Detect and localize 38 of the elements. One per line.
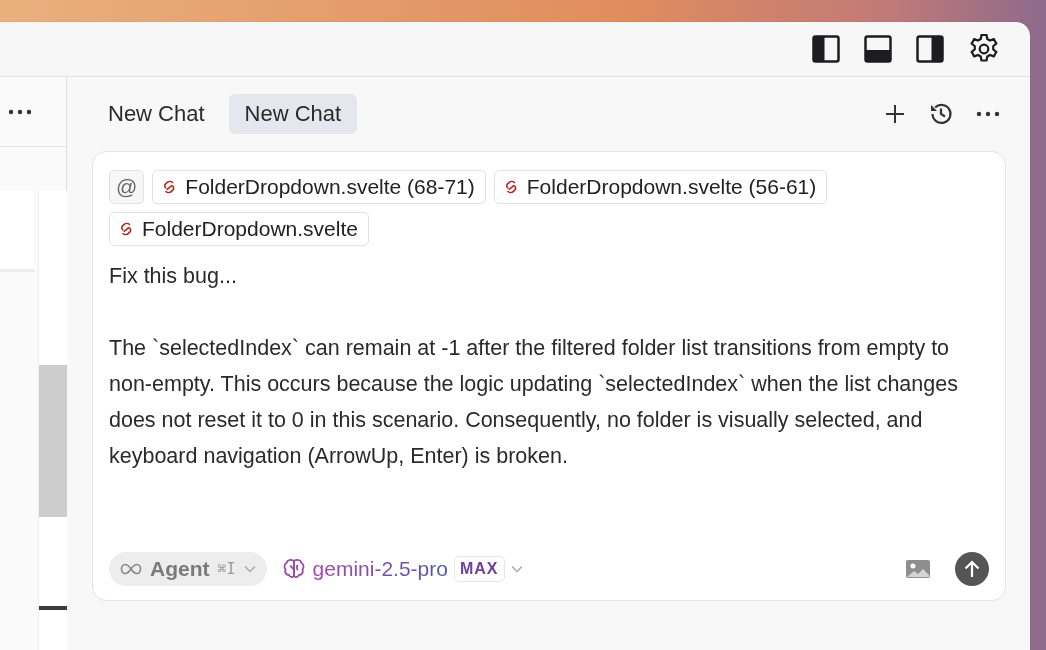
settings-button[interactable] [968, 33, 1000, 65]
more-options-button[interactable] [976, 111, 1000, 117]
scrollbar-thumb[interactable] [39, 365, 67, 517]
left-panel-icon [812, 35, 840, 63]
file-chip[interactable]: FolderDropdown.svelte [109, 212, 369, 246]
history-button[interactable] [928, 101, 954, 127]
ellipsis-icon [976, 111, 1000, 117]
chevron-down-icon [510, 565, 523, 573]
infinity-icon [120, 563, 142, 575]
file-type-icon [504, 180, 517, 194]
file-type-icon [163, 180, 176, 194]
image-icon [905, 559, 931, 579]
image-attach-button[interactable] [905, 559, 931, 579]
left-sidebar-toggle[interactable] [812, 35, 840, 63]
more-options-button[interactable] [8, 108, 32, 115]
mention-button[interactable]: @ [109, 170, 145, 204]
chat-tab[interactable]: New Chat [228, 94, 358, 134]
right-panel-icon [916, 35, 944, 63]
scroll-marker [39, 606, 67, 610]
right-sidebar-toggle[interactable] [916, 35, 944, 63]
plus-icon [884, 103, 906, 125]
settings-icon [968, 33, 1000, 65]
message-text[interactable]: Fix this bug... The `selectedIndex` can remain at -1 after the filtered folder list transitions from empty to non-empty. This occurs because the logic updating `selectedIndex` when the list changes does not reset it to 0 in this scenario. Consequently, no folder is visually selected, and keyboard navigation (ArrowUp, Enter) is broken. [109, 258, 989, 552]
arrow-up-icon [963, 559, 981, 579]
chat-tab[interactable]: New Chat [92, 94, 221, 134]
mode-selector[interactable]: Agent ⌘I [109, 552, 267, 586]
scrollbar[interactable] [38, 191, 67, 650]
new-chat-button[interactable] [884, 103, 906, 125]
ellipsis-icon [8, 108, 32, 115]
file-type-icon [120, 222, 132, 236]
send-button[interactable] [955, 552, 989, 586]
chevron-down-icon [243, 565, 256, 573]
file-chip[interactable]: FolderDropdown.svelte (68-71) [152, 170, 486, 204]
bottom-panel-toggle[interactable] [864, 35, 892, 63]
bottom-panel-icon [864, 35, 892, 63]
history-icon [928, 101, 954, 127]
file-chip[interactable]: FolderDropdown.svelte (56-61) [493, 170, 828, 204]
brain-icon [282, 558, 307, 580]
